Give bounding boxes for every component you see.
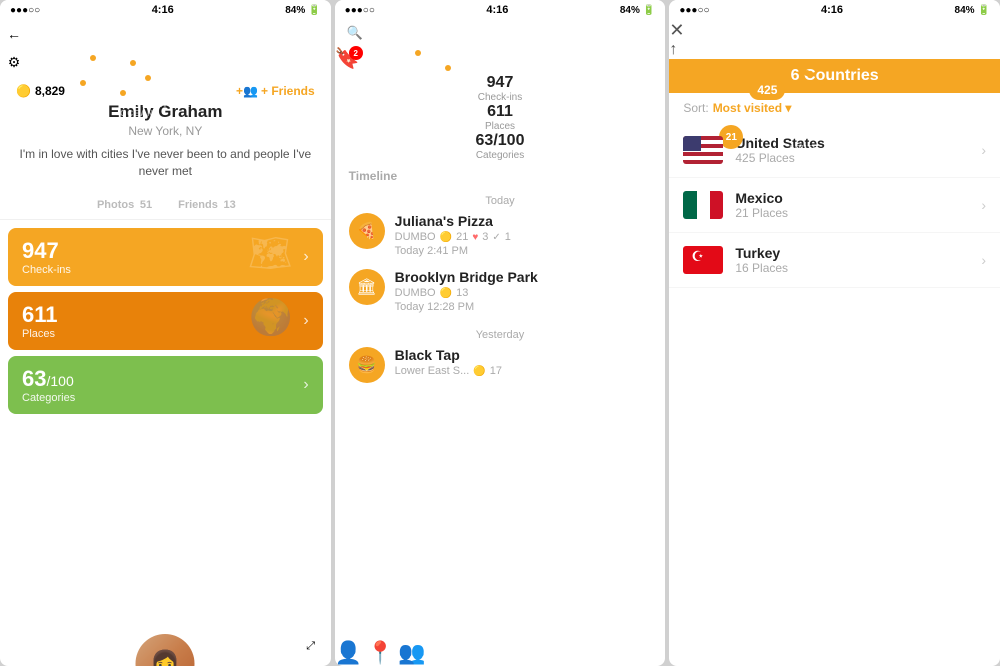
country-info-mx: Mexico 21 Places xyxy=(735,190,788,220)
time-2: 4:16 xyxy=(486,4,508,16)
stat-places[interactable]: 611 Places 🌍 › xyxy=(8,292,323,350)
map-label-ocean-2: North AtlanticOcean xyxy=(915,95,990,109)
country-item-mx[interactable]: Mexico 21 Places › xyxy=(669,178,1000,233)
map-ny-label: NEW YORK xyxy=(365,30,422,40)
park-icon: 🏛 xyxy=(349,269,385,305)
timeline-item-bbpark[interactable]: 🏛 Brooklyn Bridge Park DUMBO 🟡 13 Today … xyxy=(335,269,666,325)
sort-dropdown[interactable]: Most visited ▾ xyxy=(713,101,792,115)
map-label-ocean: North Atlan...Ocean xyxy=(120,100,198,118)
time-1: 4:16 xyxy=(152,4,174,16)
screen-profile: ●●●○○ 4:16 84% 🔋 NORTHAMERICA North Atla… xyxy=(0,0,331,666)
status-bar-1: ●●●○○ 4:16 84% 🔋 xyxy=(0,0,331,20)
flag-mexico xyxy=(683,191,723,219)
country-item-tr[interactable]: Turkey 16 Places › xyxy=(669,233,1000,288)
park-meta: DUMBO 🟡 13 xyxy=(395,287,538,299)
profile-tabs: Photos 51 Friends 13 xyxy=(0,188,331,220)
pizza-icon: 🍕 xyxy=(349,213,385,249)
nav-location-icon[interactable]: 📍 xyxy=(367,640,394,665)
signal-icon-3: ●●●○○ xyxy=(679,5,709,16)
screen-countries: ●●●○○ 4:16 84% 🔋 ✕ ↑ NORTHAMERICA North … xyxy=(669,0,1000,666)
signal-icon-2: ●●●○○ xyxy=(345,5,375,16)
screen-timeline: ●●●○○ 4:16 84% 🔋 🔍 Search 🔖 2 NEW YORK xyxy=(335,0,666,666)
map-dot-2 xyxy=(145,75,151,81)
nav-profile-icon[interactable]: 👤 xyxy=(335,640,362,665)
stat-categories[interactable]: 63/100 Categories › xyxy=(8,356,323,414)
country-item-us[interactable]: United States 425 Places › xyxy=(669,123,1000,178)
flag-turkey xyxy=(683,246,723,274)
timeline-header: Timeline xyxy=(335,161,666,191)
pizza-meta: DUMBO 🟡 21 ♥ 3 ✓ 1 xyxy=(395,231,511,243)
flag-usa xyxy=(683,136,723,164)
country-info-tr: Turkey 16 Places xyxy=(735,245,788,275)
time-3: 4:16 xyxy=(821,4,843,16)
nav-friends-icon[interactable]: 👥 xyxy=(398,640,425,665)
stat-col-categories: 63/100 Categories xyxy=(335,132,666,161)
profile-bio: I'm in love with cities I've never been … xyxy=(16,146,315,180)
card-map-icon: 🗺 xyxy=(248,233,292,274)
bottom-nav: 👤 📍 👥 xyxy=(335,640,666,666)
blacktap-meta: Lower East S... 🟡 17 xyxy=(395,365,502,377)
timeline-section: Timeline Today 🍕 Juliana's Pizza DUMBO 🟡… xyxy=(335,161,666,640)
map-label-na-2: NORTHAMERICA xyxy=(699,35,748,55)
map-dot-1 xyxy=(130,60,136,66)
map-dot-4 xyxy=(90,55,96,61)
map-pin-2 xyxy=(445,65,451,71)
map-pin-1 xyxy=(415,50,421,56)
stat-checkins[interactable]: 947 Check-ins 🗺 › xyxy=(8,228,323,286)
burger-icon: 🍔 xyxy=(349,347,385,383)
tab-photos[interactable]: Photos 51 xyxy=(95,196,152,211)
coins-count: 🟡 8,829 xyxy=(16,84,65,98)
timeline-item-pizza[interactable]: 🍕 Juliana's Pizza DUMBO 🟡 21 ♥ 3 ✓ 1 Tod… xyxy=(335,213,666,269)
coin-icon: 🟡 xyxy=(16,84,31,98)
tab-friends[interactable]: Friends 13 xyxy=(176,196,236,211)
country-arrow-us: › xyxy=(981,142,986,158)
friends-button[interactable]: +👥 + Friends xyxy=(236,84,315,98)
profile-location: New York, NY xyxy=(0,124,331,138)
status-bar-3: ●●●○○ 4:16 84% 🔋 xyxy=(669,0,1000,20)
map-label-south: SOUTH xyxy=(789,145,819,152)
countries-banner: 6 Countries xyxy=(669,59,1000,93)
card-globe-icon: 🌍 xyxy=(249,297,293,338)
stat-col-places: 611 Places xyxy=(335,103,666,132)
coins-row: 🟡 8,829 +👥 + Friends xyxy=(0,80,331,102)
timeline-stats: 947 Check-ins 611 Places 63/100 Categori… xyxy=(335,74,666,161)
map-dot-3 xyxy=(120,90,126,96)
app-container: ●●●○○ 4:16 84% 🔋 NORTHAMERICA North Atla… xyxy=(0,0,1000,666)
search-icon: 🔍 xyxy=(347,25,363,41)
stats-cards: 947 Check-ins 🗺 › 611 Places 🌍 › 63/100 xyxy=(0,220,331,666)
battery-1: 84% 🔋 xyxy=(285,5,320,16)
stat-col-checkins: 947 Check-ins xyxy=(335,74,666,103)
status-bar-2: ●●●○○ 4:16 84% 🔋 xyxy=(335,0,666,20)
signal-icon: ●●●○○ xyxy=(10,5,40,16)
day-yesterday: Yesterday xyxy=(335,325,666,347)
search-bar-container: 🔍 Search 🔖 2 xyxy=(335,20,666,74)
cluster-usa: 425 xyxy=(749,80,785,100)
map-dot-5 xyxy=(80,80,86,86)
profile-map: NORTHAMERICA North Atlan...Ocean ← ⚙ ⤢ 👩 xyxy=(0,20,331,76)
expand-button[interactable]: ⤢ xyxy=(299,634,323,658)
timeline-item-blacktap[interactable]: 🍔 Black Tap Lower East S... 🟡 17 xyxy=(335,347,666,395)
map-label-na: NORTHAMERICA xyxy=(20,40,69,60)
country-arrow-tr: › xyxy=(981,252,986,268)
notification-button[interactable]: 🔖 2 xyxy=(335,46,363,74)
country-arrow-mx: › xyxy=(981,197,986,213)
day-today: Today xyxy=(335,191,666,213)
